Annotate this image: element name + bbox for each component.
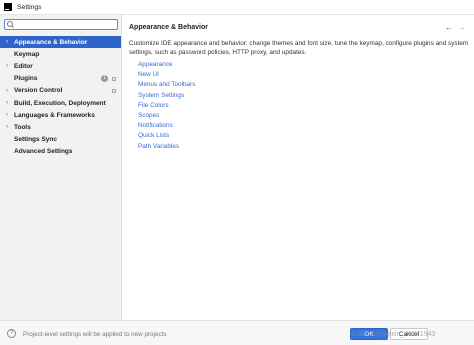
sidebar-item-label: Languages & Frameworks	[14, 111, 95, 119]
link-notifications[interactable]: Notifications	[138, 121, 195, 131]
project-settings-note: Project-level settings will be applied t…	[23, 331, 167, 338]
back-arrow-icon[interactable]: ←	[445, 23, 453, 32]
link-system-settings[interactable]: System Settings	[138, 91, 195, 101]
chevron-right-icon[interactable]: ›	[3, 39, 11, 45]
sidebar-item-languages-frameworks[interactable]: › Languages & Frameworks	[0, 109, 121, 121]
link-file-colors[interactable]: File Colors	[138, 101, 195, 111]
sidebar-item-editor[interactable]: › Editor	[0, 60, 121, 72]
sidebar-item-keymap[interactable]: Keymap	[0, 48, 121, 60]
sidebar-item-settings-sync[interactable]: Settings Sync	[0, 134, 121, 146]
sidebar-item-build-execution-deployment[interactable]: › Build, Execution, Deployment	[0, 97, 121, 109]
subsection-links: Appearance New UI Menus and Toolbars Sys…	[138, 60, 195, 152]
sidebar-item-advanced-settings[interactable]: Advanced Settings	[0, 146, 121, 158]
link-appearance[interactable]: Appearance	[138, 60, 195, 70]
chevron-right-icon[interactable]: ›	[3, 63, 11, 69]
project-scope-icon	[112, 76, 116, 81]
settings-content-panel: Appearance & Behavior ← → Customize IDE …	[122, 15, 474, 320]
section-description: Customize IDE appearance and behavior: c…	[129, 40, 469, 56]
link-new-ui[interactable]: New UI	[138, 70, 195, 80]
link-quick-lists[interactable]: Quick Lists	[138, 131, 195, 141]
link-menus-and-toolbars[interactable]: Menus and Toolbars	[138, 80, 195, 90]
settings-tree: › Appearance & Behavior Keymap › Editor …	[0, 36, 121, 158]
search-icon	[7, 21, 14, 28]
sidebar-item-tools[interactable]: › Tools	[0, 121, 121, 133]
sidebar-item-label: Appearance & Behavior	[14, 38, 88, 46]
search-input[interactable]	[16, 20, 116, 29]
chevron-right-icon[interactable]: ›	[3, 100, 11, 106]
sidebar-item-label: Tools	[14, 123, 31, 131]
sidebar-item-label: Advanced Settings	[14, 148, 73, 156]
window-title: Settings	[17, 3, 42, 11]
chevron-right-icon[interactable]: ›	[3, 112, 11, 118]
sidebar-item-label: Plugins	[14, 75, 38, 83]
sidebar-item-label: Build, Execution, Deployment	[14, 99, 106, 107]
sidebar-item-label: Keymap	[14, 50, 40, 58]
link-scopes[interactable]: Scopes	[138, 111, 195, 121]
sidebar-item-label: Editor	[14, 62, 33, 70]
watermark: CSDN @weixin_46741943	[352, 331, 436, 338]
forward-arrow-icon[interactable]: →	[458, 23, 466, 32]
update-count-badge: 1	[101, 75, 108, 83]
intellij-logo-icon	[4, 3, 12, 11]
sidebar-item-plugins[interactable]: Plugins 1	[0, 73, 121, 85]
title-bar: Settings	[0, 0, 474, 15]
chevron-right-icon[interactable]: ›	[3, 88, 11, 94]
sidebar-item-label: Settings Sync	[14, 136, 57, 144]
help-icon[interactable]: ?	[7, 329, 16, 338]
settings-sidebar: › Appearance & Behavior Keymap › Editor …	[0, 15, 122, 320]
link-path-variables[interactable]: Path Variables	[138, 142, 195, 152]
settings-search-box[interactable]	[4, 19, 118, 30]
sidebar-item-appearance-behavior[interactable]: › Appearance & Behavior	[0, 36, 121, 49]
sidebar-item-version-control[interactable]: › Version Control	[0, 85, 121, 97]
chevron-right-icon[interactable]: ›	[3, 124, 11, 130]
project-scope-icon	[112, 88, 116, 93]
page-title: Appearance & Behavior	[129, 24, 208, 31]
sidebar-item-label: Version Control	[14, 87, 63, 95]
